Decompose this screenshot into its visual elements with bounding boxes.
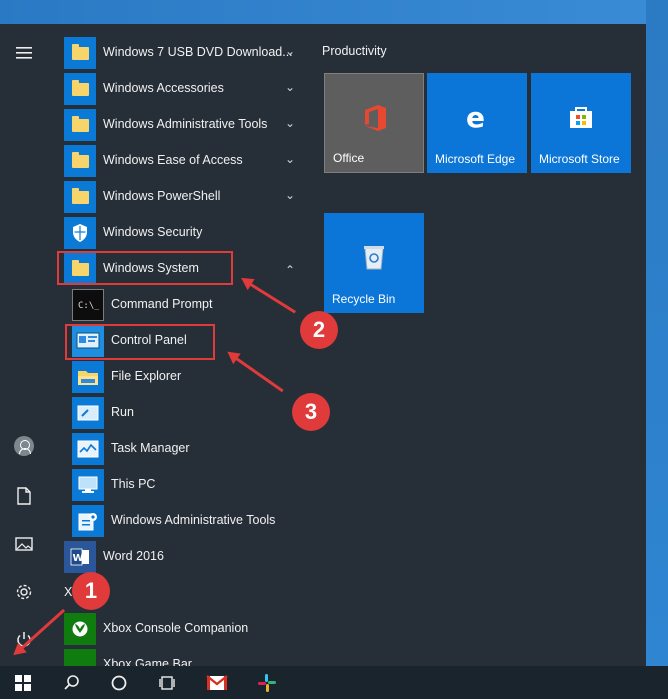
chevron-down-icon: ⌄ (285, 116, 296, 130)
admin-tools-icon (72, 505, 104, 537)
file-explorer-icon (72, 361, 104, 393)
app-label: Windows Security (103, 225, 203, 239)
desktop-right-strip (646, 0, 668, 699)
this-pc-icon (72, 469, 104, 501)
xbox-icon (64, 613, 96, 645)
app-run[interactable]: Run (48, 395, 310, 431)
documents-icon[interactable] (12, 484, 36, 508)
tile-office[interactable]: Office (324, 73, 424, 173)
folder-icon (64, 37, 96, 69)
tile-label: Microsoft Edge (435, 152, 516, 166)
app-label: Xbox Game Bar (103, 657, 192, 666)
step-badge-1: 1 (72, 572, 110, 610)
task-manager-icon (72, 433, 104, 465)
app-xbox-console-companion[interactable]: Xbox Console Companion (48, 611, 310, 647)
office-icon (361, 104, 389, 132)
app-task-manager[interactable]: Task Manager (48, 431, 310, 467)
app-folder-windows-ease-of-access[interactable]: Windows Ease of Access ⌄ (48, 143, 310, 179)
app-word-2016[interactable]: W Word 2016 (48, 539, 310, 575)
windows-logo-icon (15, 675, 31, 691)
tiles-area: Productivity Office e Microsoft Edge Mic… (322, 24, 646, 666)
cortana-icon[interactable] (105, 670, 133, 695)
tile-label: Recycle Bin (332, 292, 396, 306)
taskbar (0, 666, 668, 699)
run-icon (72, 397, 104, 429)
chevron-down-icon: ⌄ (285, 152, 296, 166)
desktop-top-strip (0, 0, 668, 24)
app-label: Word 2016 (103, 549, 164, 563)
folder-icon (64, 181, 96, 213)
gmail-icon[interactable] (203, 670, 231, 695)
chevron-down-icon: ⌄ (285, 80, 296, 94)
app-windows-admin-tools-sub[interactable]: Windows Administrative Tools (48, 503, 310, 539)
recycle-bin-icon (360, 243, 388, 271)
app-label: Command Prompt (111, 297, 213, 311)
xbox-game-bar-icon (64, 649, 96, 666)
chevron-down-icon: ⌄ (285, 188, 296, 202)
highlight-windows-system (57, 251, 233, 285)
user-avatar-icon[interactable] (14, 436, 34, 456)
tile-microsoft-edge[interactable]: e Microsoft Edge (427, 73, 527, 173)
word-icon: W (64, 541, 96, 573)
app-label: Xbox Console Companion (103, 621, 249, 635)
tile-label: Office (333, 151, 365, 165)
search-icon[interactable] (58, 670, 86, 695)
highlight-control-panel (65, 324, 215, 360)
app-label: Task Manager (111, 441, 190, 455)
app-xbox-game-bar[interactable]: Xbox Game Bar (48, 647, 310, 666)
app-label: Windows Accessories (103, 81, 224, 95)
folder-icon (64, 109, 96, 141)
app-label: Windows Administrative Tools (111, 513, 276, 527)
svg-text:C:\_: C:\_ (78, 301, 99, 311)
chevron-down-icon: ⌄ (285, 44, 296, 58)
edge-icon: e (463, 103, 491, 131)
tile-group-title: Productivity (322, 44, 387, 58)
app-folder-windows-accessories[interactable]: Windows Accessories ⌄ (48, 71, 310, 107)
app-folder-windows-powershell[interactable]: Windows PowerShell ⌄ (48, 179, 310, 215)
app-windows-security[interactable]: Windows Security (48, 215, 310, 251)
settings-gear-icon[interactable] (12, 580, 36, 604)
start-button[interactable] (4, 670, 42, 695)
chevron-up-icon: ⌃ (285, 263, 296, 277)
app-label: Windows Administrative Tools (103, 117, 268, 131)
folder-icon (64, 73, 96, 105)
app-file-explorer[interactable]: File Explorer (48, 359, 310, 395)
app-this-pc[interactable]: This PC (48, 467, 310, 503)
app-label: This PC (111, 477, 156, 491)
app-label: Run (111, 405, 134, 419)
store-bag-icon (567, 103, 595, 131)
step-badge-2: 2 (300, 311, 338, 349)
app-label: Windows PowerShell (103, 189, 221, 203)
command-prompt-icon: C:\_ (72, 289, 104, 321)
svg-text:e: e (466, 103, 485, 131)
task-view-icon[interactable] (153, 670, 181, 695)
hamburger-menu-icon[interactable] (12, 41, 36, 65)
tile-microsoft-store[interactable]: Microsoft Store (531, 73, 631, 173)
app-command-prompt[interactable]: C:\_ Command Prompt (48, 287, 310, 323)
step-badge-3: 3 (292, 393, 330, 431)
app-folder-windows7-usb[interactable]: Windows 7 USB DVD Download... ⌄ (48, 35, 310, 71)
svg-text:W: W (73, 553, 84, 564)
tile-label: Microsoft Store (539, 152, 620, 166)
app-label: Windows Ease of Access (103, 153, 243, 167)
pictures-icon[interactable] (12, 532, 36, 556)
start-left-rail (0, 24, 48, 666)
folder-icon (64, 145, 96, 177)
app-label: Windows 7 USB DVD Download... (103, 45, 293, 59)
app-folder-windows-admin-tools[interactable]: Windows Administrative Tools ⌄ (48, 107, 310, 143)
tile-recycle-bin[interactable]: Recycle Bin (324, 213, 424, 313)
slack-icon[interactable] (253, 670, 281, 695)
app-label: File Explorer (111, 369, 182, 383)
shield-icon (64, 217, 96, 249)
